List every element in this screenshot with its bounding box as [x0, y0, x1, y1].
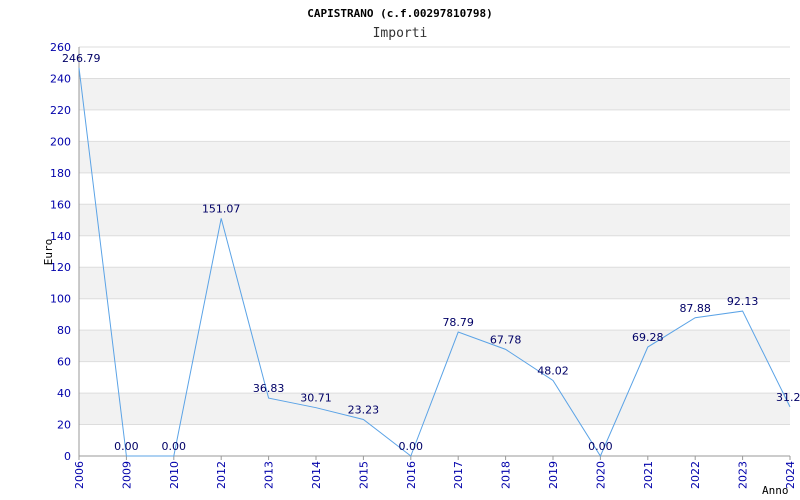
y-tick-label: 180: [50, 167, 71, 180]
grid-band: [79, 204, 790, 236]
x-tick-label: 2010: [168, 461, 181, 489]
y-tick-label: 40: [57, 387, 71, 400]
y-tick-label: 0: [64, 450, 71, 463]
y-tick-label: 60: [57, 356, 71, 369]
x-tick-label: 2020: [594, 461, 607, 489]
x-tick-label: 2006: [73, 461, 86, 489]
x-tick-labels: 2006 2009 2010 2012 2013 2014 2015 2016 2017 2018…: [73, 456, 797, 489]
data-label: 67.78: [490, 333, 522, 346]
x-axis-label: Anno: [762, 484, 789, 497]
chart-subtitle: Importi: [373, 26, 428, 41]
grid-band: [79, 267, 790, 299]
grid-band: [79, 330, 790, 362]
y-tick-label: 240: [50, 72, 71, 85]
grid-band: [79, 141, 790, 173]
data-label: 246.79: [62, 52, 101, 65]
data-label: 92.13: [727, 295, 759, 308]
x-tick-label: 2016: [405, 461, 418, 489]
x-tick-label: 2009: [120, 461, 133, 489]
data-label: 87.88: [679, 302, 711, 315]
line-chart: 020406080100120140160180200220240260 200…: [42, 7, 800, 497]
y-tick-label: 220: [50, 104, 71, 117]
y-axis-label: Euro: [42, 239, 55, 266]
x-tick-label: 2017: [452, 461, 465, 489]
x-tick-label: 2023: [737, 461, 750, 489]
y-tick-label: 20: [57, 419, 71, 432]
data-label: 31.21: [776, 391, 800, 404]
y-tick-label: 100: [50, 293, 71, 306]
x-tick-label: 2022: [689, 461, 702, 489]
background-bands: [79, 78, 790, 425]
y-tick-label: 160: [50, 198, 71, 211]
data-label: 0.00: [588, 440, 613, 453]
x-tick-label: 2013: [263, 461, 276, 489]
data-label: 36.83: [253, 382, 285, 395]
x-tick-label: 2014: [310, 461, 323, 489]
data-label: 30.71: [300, 392, 332, 405]
data-label: 23.23: [348, 403, 380, 416]
data-label: 151.07: [202, 202, 241, 215]
x-tick-label: 2015: [357, 461, 370, 489]
data-label: 0.00: [162, 440, 187, 453]
grid-band: [79, 78, 790, 110]
data-label: 0.00: [399, 440, 424, 453]
data-label: 78.79: [442, 316, 474, 329]
x-tick-label: 2019: [547, 461, 560, 489]
data-label: 48.02: [537, 364, 569, 377]
x-tick-label: 2021: [642, 461, 655, 489]
y-tick-label: 80: [57, 324, 71, 337]
data-label: 69.28: [632, 331, 664, 344]
data-label: 0.00: [114, 440, 139, 453]
chart-title: CAPISTRANO (c.f.00297810798): [307, 7, 492, 20]
y-tick-label: 200: [50, 135, 71, 148]
x-tick-label: 2012: [215, 461, 228, 489]
x-tick-label: 2018: [500, 461, 513, 489]
